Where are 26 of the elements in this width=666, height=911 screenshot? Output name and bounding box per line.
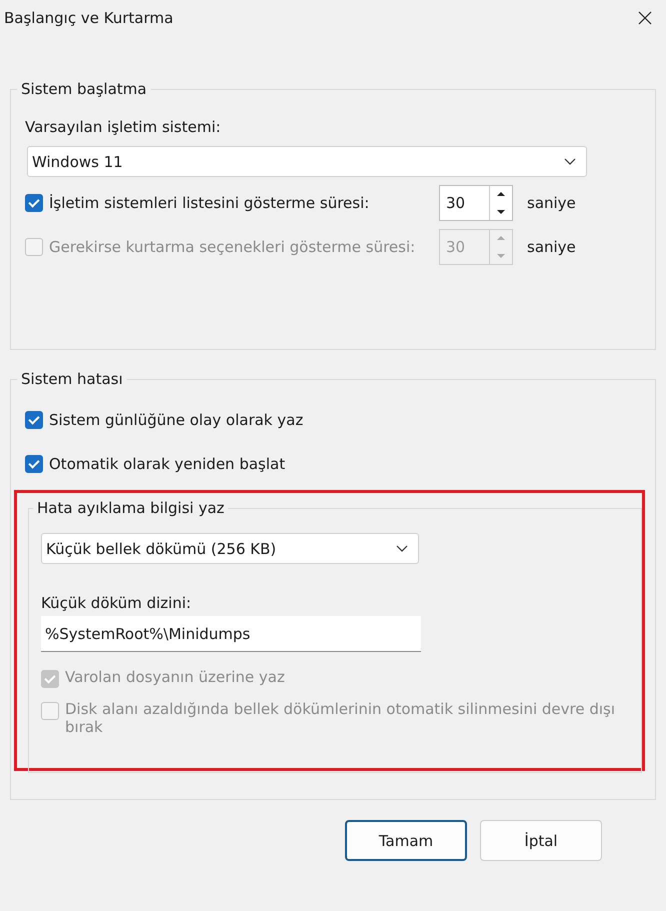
- dump-type-dropdown[interactable]: Küçük bellek dökümü (256 KB): [41, 533, 419, 564]
- directory-field[interactable]: %SystemRoot%\Minidumps: [41, 616, 421, 652]
- checkbox-label: İşletim sistemleri listesini gösterme süresi:: [49, 194, 370, 212]
- checkbox[interactable]: [25, 411, 43, 429]
- field-label: Küçük döküm dizini:: [41, 594, 192, 612]
- cancel-button[interactable]: İptal: [480, 820, 602, 861]
- chevron-icon: [396, 545, 408, 552]
- checkbox-label: Varolan dosyanın üzerine yaz: [65, 668, 285, 686]
- checkbox[interactable]: [25, 455, 43, 473]
- os-dropdown[interactable]: Windows 11: [27, 146, 587, 177]
- number-spinner[interactable]: 30: [439, 185, 513, 221]
- chevron-icon: [564, 158, 576, 165]
- field-label: Varsayılan işletim sistemi:: [25, 118, 222, 136]
- unit-label: saniye: [527, 194, 576, 212]
- checkbox-label: Disk alanı azaldığında bellek dökümlerinin otomatik silinmesini devre dışı bırak: [65, 700, 616, 736]
- group-title: Hata ayıklama bilgisi yaz: [36, 499, 226, 517]
- unit-label: saniye: [527, 238, 576, 256]
- checkbox[interactable]: [25, 194, 43, 212]
- window-title: Başlangıç ve Kurtarma: [4, 9, 174, 27]
- group-title: Sistem başlatma: [20, 80, 148, 98]
- checkbox-label: Otomatik olarak yeniden başlat: [49, 455, 286, 473]
- checkbox-label: Gerekirse kurtarma seçenekleri gösterme süresi:: [49, 238, 416, 256]
- group-title: Sistem hatası: [20, 370, 124, 388]
- ok-button[interactable]: Tamam: [345, 820, 467, 861]
- checkbox-label: Sistem günlüğüne olay olarak yaz: [49, 411, 304, 429]
- close-icon[interactable]: [638, 11, 652, 25]
